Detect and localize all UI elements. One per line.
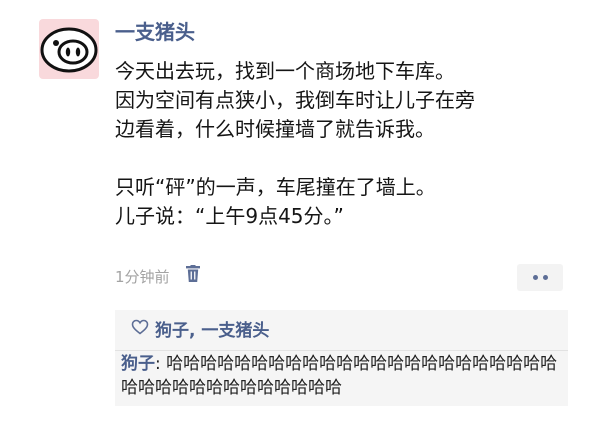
comment-item[interactable]: 狗子: 哈哈哈哈哈哈哈哈哈哈哈哈哈哈哈哈哈哈哈哈哈哈哈哈哈哈哈哈哈哈哈哈哈哈哈哈	[121, 352, 566, 400]
post-text-line: 因为空间有点狭小，我倒车时让儿子在旁	[115, 88, 475, 112]
post-content: 今天出去玩，找到一个商场地下车库。 因为空间有点狭小，我倒车时让儿子在旁 边看着…	[115, 57, 585, 231]
more-options-button[interactable]	[517, 264, 563, 291]
post-author-name[interactable]: 一支猪头	[115, 18, 195, 46]
more-dots-icon	[532, 275, 538, 280]
likes-row: 狗子, 一支猪头	[131, 316, 269, 341]
post-meta: 1分钟前	[115, 265, 200, 287]
more-dots-icon	[542, 275, 548, 280]
pig-face-icon	[40, 27, 98, 73]
likes-names[interactable]: 狗子, 一支猪头	[155, 316, 269, 341]
divider	[115, 350, 568, 351]
trash-icon[interactable]	[185, 265, 200, 287]
post-text-line: 今天出去玩，找到一个商场地下车库。	[115, 59, 455, 83]
heart-outline-icon	[131, 319, 149, 339]
avatar[interactable]	[39, 19, 99, 79]
post-text-line: 边看着，什么时候撞墙了就告诉我。	[115, 117, 435, 141]
post-timestamp: 1分钟前	[115, 267, 170, 286]
comment-text: 哈哈哈哈哈哈哈哈哈哈哈哈哈哈哈哈哈哈哈哈哈哈哈哈哈哈哈哈哈哈哈哈哈哈哈哈	[121, 354, 558, 398]
comment-separator: :	[155, 354, 167, 374]
post-text-line: 儿子说：“上午9点45分。”	[115, 204, 344, 228]
comment-author[interactable]: 狗子	[121, 354, 155, 374]
interaction-panel: 狗子, 一支猪头 狗子: 哈哈哈哈哈哈哈哈哈哈哈哈哈哈哈哈哈哈哈哈哈哈哈哈哈哈哈…	[115, 310, 568, 406]
post-text-line: 只听“砰”的一声，车尾撞在了墙上。	[115, 175, 436, 199]
